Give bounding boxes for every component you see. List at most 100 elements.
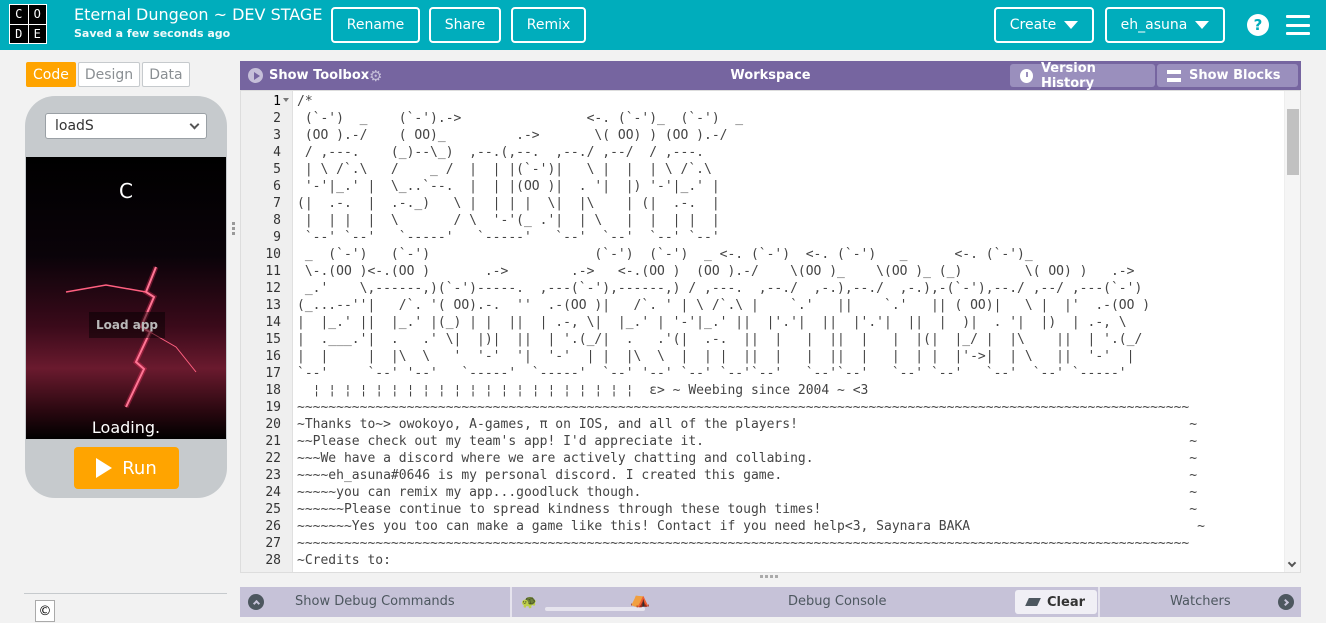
code-text[interactable]: | | | |\ \ ' '-' '| '-' | | |\ \ | | | |… bbox=[297, 348, 1134, 365]
code-text[interactable]: | | | | \ / \ '-'(_ .'| | \ | | | | | bbox=[297, 212, 720, 229]
code-line[interactable]: 27 ~~~~~~~~~~~~~~~~~~~~~~~~~~~~~~~~~~~~~~… bbox=[241, 535, 1300, 552]
code-line[interactable]: 23 ~~~~eh_asuna#0646 is my personal disco… bbox=[241, 467, 1300, 484]
logo-letter: D bbox=[10, 24, 28, 43]
panel-resize-handle[interactable] bbox=[230, 220, 236, 240]
code-line[interactable]: 11 \-.(OO )<-.(OO ) .-> .-> <-.(OO ) (OO… bbox=[241, 263, 1300, 280]
line-number: 17 bbox=[265, 366, 281, 381]
line-number: 6 bbox=[273, 179, 281, 194]
code-line[interactable]: 13 (_...--''| /`. '( OO).-. '' .-(OO )| /… bbox=[241, 297, 1300, 314]
code-line[interactable]: 14 | |_.' || |_.' |(_) | | || | .-, \| |_… bbox=[241, 314, 1300, 331]
gear-icon[interactable]: ⚙ bbox=[369, 67, 382, 85]
line-number: 14 bbox=[265, 315, 281, 330]
chevron-right-icon[interactable] bbox=[1278, 594, 1294, 610]
code-line[interactable]: 26 ~~~~~~~Yes you too can make a game lik… bbox=[241, 518, 1300, 535]
code-text[interactable]: `--' `--' `-----' `-----' `--' `--' `--'… bbox=[297, 229, 720, 246]
code-text[interactable]: ~~~~~you can remix my app...goodluck tho… bbox=[297, 484, 1197, 501]
tab-code[interactable]: Code bbox=[26, 62, 76, 87]
code-text[interactable]: (| .-. | .-._) \ | | | | \| |\ | (| .-. … bbox=[297, 195, 720, 212]
code-text[interactable]: ~~~~~~~~~~~~~~~~~~~~~~~~~~~~~~~~~~~~~~~~… bbox=[297, 399, 1189, 416]
code-text[interactable]: ~~~~eh_asuna#0646 is my personal discord… bbox=[297, 467, 1197, 484]
code-text[interactable]: /* bbox=[297, 93, 313, 110]
logo-letter: E bbox=[28, 24, 46, 43]
vertical-scrollbar[interactable] bbox=[1284, 91, 1300, 572]
code-line[interactable]: 7 (| .-. | .-._) \ | | | | \| |\ | (| .-.… bbox=[241, 195, 1300, 212]
code-text[interactable]: | |_.' || |_.' |(_) | | || | .-, \| |_.'… bbox=[297, 314, 1127, 331]
code-line[interactable]: 16 | | | |\ \ ' '-' '| '-' | | |\ \ | | |… bbox=[241, 348, 1300, 365]
code-text[interactable]: ¦ ¦ ¦ ¦ ¦ ¦ ¦ ¦ ¦ ¦ ¦ ¦ ¦ ¦ ¦ ¦ ¦ ¦ ¦ ¦ … bbox=[297, 382, 869, 399]
load-app-button[interactable]: Load app bbox=[89, 312, 165, 338]
code-line[interactable]: 15 | .___.'| . .' \| |)| || | '.(_/| . .'… bbox=[241, 331, 1300, 348]
editor-resize-handle[interactable] bbox=[760, 575, 780, 583]
code-line[interactable]: 4 / ,---. (_)--\_) ,--.(,--. ,--./ ,--/ … bbox=[241, 144, 1300, 161]
code-text[interactable]: (`-') _ (`-').-> <-. (`-')_ (`-') _ bbox=[297, 110, 743, 127]
tab-design[interactable]: Design bbox=[77, 62, 141, 87]
divider bbox=[510, 587, 512, 617]
code-text[interactable]: ~Thanks to~> owokoyo, A-games, π on IOS,… bbox=[297, 416, 1197, 433]
code-text[interactable]: | .___.'| . .' \| |)| || | '.(_/| . .'(|… bbox=[297, 331, 1142, 348]
code-text[interactable]: _ (`-') (`-') (`-') (`-') _ <-. (`-') <-… bbox=[297, 246, 1033, 263]
show-toolbox-button[interactable]: Show Toolbox bbox=[269, 68, 369, 83]
line-number: 20 bbox=[265, 417, 281, 432]
version-history-button[interactable]: Version History bbox=[1010, 61, 1155, 91]
clear-button[interactable]: Clear bbox=[1015, 590, 1097, 614]
show-blocks-button[interactable]: Show Blocks bbox=[1157, 64, 1298, 87]
code-line[interactable]: 2 (`-') _ (`-').-> <-. (`-')_ (`-') _ bbox=[241, 110, 1300, 127]
code-text[interactable]: ~~~~~~~~~~~~~~~~~~~~~~~~~~~~~~~~~~~~~~~~… bbox=[297, 535, 1189, 552]
code-line[interactable]: 20 ~Thanks to~> owokoyo, A-games, π on IO… bbox=[241, 416, 1300, 433]
code-line[interactable]: 1 /* bbox=[241, 93, 1300, 110]
line-number: 7 bbox=[273, 196, 281, 211]
code-line[interactable]: 3 (OO ).-/ ( OO)_ .-> \( OO) ) (OO ).-/ bbox=[241, 127, 1300, 144]
help-icon[interactable]: ? bbox=[1247, 14, 1269, 36]
user-menu-dropdown[interactable]: eh_asuna bbox=[1105, 7, 1225, 43]
tab-data[interactable]: Data bbox=[142, 62, 190, 87]
rename-button[interactable]: Rename bbox=[331, 7, 420, 43]
code-line[interactable]: 28 ~Credits to: bbox=[241, 552, 1300, 569]
scrollbar-thumb[interactable] bbox=[1287, 109, 1299, 175]
turtle-icon: 🐢 bbox=[521, 595, 538, 610]
screen-selector[interactable]: loadS bbox=[45, 113, 207, 139]
code-text[interactable]: ~Credits to: bbox=[297, 552, 391, 569]
code-line[interactable]: 19 ~~~~~~~~~~~~~~~~~~~~~~~~~~~~~~~~~~~~~~… bbox=[241, 399, 1300, 416]
line-number: 4 bbox=[273, 145, 281, 160]
code-line[interactable]: 24 ~~~~~you can remix my app...goodluck t… bbox=[241, 484, 1300, 501]
workspace-header: Show Toolbox ⚙ Workspace Version History… bbox=[240, 61, 1301, 91]
show-toolbox-toggle-icon[interactable] bbox=[248, 68, 263, 83]
fold-arrow-icon[interactable] bbox=[283, 98, 289, 102]
code-line[interactable]: 21 ~~Please check out my team's app! I'd … bbox=[241, 433, 1300, 450]
code-line[interactable]: 22 ~~~We have a discord where we are acti… bbox=[241, 450, 1300, 467]
code-text[interactable]: '-'|_.' | \_..`--. | | |(OO )| . '| |) '… bbox=[297, 178, 720, 195]
mode-tabs: Code Design Data bbox=[26, 62, 190, 87]
code-editor[interactable]: 1/* 2 (`-') _ (`-').-> <-. (`-')_ (`-') _… bbox=[240, 90, 1301, 573]
code-text[interactable]: ~~~We have a discord where we are active… bbox=[297, 450, 1197, 467]
code-text[interactable]: `--' `--' '--' `-----' `-----' `--' '--'… bbox=[297, 365, 1127, 382]
code-line[interactable]: 5 | \ /`.\ / _ / | | |(`-')| \ | | | \ /… bbox=[241, 161, 1300, 178]
code-text[interactable]: | \ /`.\ / _ / | | |(`-')| \ | | | \ /`.… bbox=[297, 161, 712, 178]
copyright-button[interactable]: © bbox=[35, 600, 55, 622]
code-line[interactable]: 12 _.' \,------,)(`-')-----. ,---(`-'),-… bbox=[241, 280, 1300, 297]
code-line[interactable]: 9 `--' `--' `-----' `-----' `--' `--' `-… bbox=[241, 229, 1300, 246]
create-dropdown[interactable]: Create bbox=[994, 7, 1094, 43]
code-line[interactable]: 17 `--' `--' '--' `-----' `-----' `--' '-… bbox=[241, 365, 1300, 382]
code-text[interactable]: ~~~~~~~Yes you too can make a game like … bbox=[297, 518, 1205, 535]
scroll-down-arrow-icon[interactable] bbox=[1287, 558, 1297, 568]
code-line[interactable]: 8 | | | | \ / \ '-'(_ .'| | \ | | | | | bbox=[241, 212, 1300, 229]
code-line[interactable]: 18 ¦ ¦ ¦ ¦ ¦ ¦ ¦ ¦ ¦ ¦ ¦ ¦ ¦ ¦ ¦ ¦ ¦ ¦ ¦… bbox=[241, 382, 1300, 399]
run-button[interactable]: Run bbox=[74, 447, 179, 489]
code-org-logo[interactable]: C O D E bbox=[9, 4, 47, 44]
code-line[interactable]: 6 '-'|_.' | \_..`--. | | |(OO )| . '| |)… bbox=[241, 178, 1300, 195]
code-text[interactable]: (_...--''| /`. '( OO).-. '' .-(OO )| /`.… bbox=[297, 297, 1150, 314]
code-line[interactable]: 25 ~~~~~~Please continue to spread kindne… bbox=[241, 501, 1300, 518]
code-text[interactable]: ~~~~~~Please continue to spread kindness… bbox=[297, 501, 1197, 518]
chevron-up-icon[interactable] bbox=[248, 594, 264, 610]
code-text[interactable]: _.' \,------,)(`-')-----. ,---(`-'),----… bbox=[297, 280, 1142, 297]
code-line[interactable]: 10 _ (`-') (`-') (`-') (`-') _ <-. (`-')… bbox=[241, 246, 1300, 263]
show-debug-commands-button[interactable]: Show Debug Commands bbox=[295, 594, 455, 609]
code-text[interactable]: / ,---. (_)--\_) ,--.(,--. ,--./ ,--/ / … bbox=[297, 144, 704, 161]
remix-button[interactable]: Remix bbox=[511, 7, 586, 43]
code-text[interactable]: ~~Please check out my team's app! I'd ap… bbox=[297, 433, 1197, 450]
code-text[interactable]: (OO ).-/ ( OO)_ .-> \( OO) ) (OO ).-/ bbox=[297, 127, 728, 144]
app-screen[interactable]: C Load app Loading. bbox=[26, 157, 226, 439]
share-button[interactable]: Share bbox=[429, 7, 501, 43]
hamburger-menu-icon[interactable] bbox=[1286, 15, 1310, 35]
code-text[interactable]: \-.(OO )<-.(OO ) .-> .-> <-.(OO ) (OO ).… bbox=[297, 263, 1135, 280]
